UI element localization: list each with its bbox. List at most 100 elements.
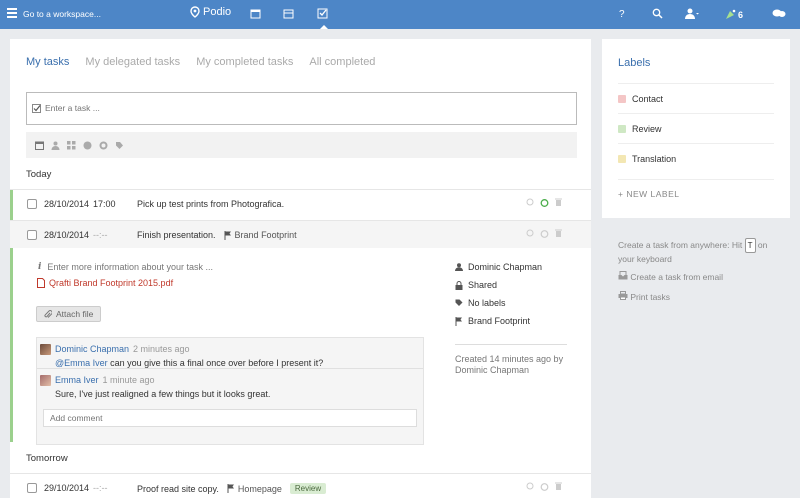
labels-panel: Labels Contact Review Translation + NEW … — [602, 39, 790, 218]
keyboard-hint-text: Create a task from anywhere: Hit — [618, 240, 743, 250]
reminder-alarm-icon[interactable] — [540, 482, 549, 491]
task-checkbox[interactable] — [27, 483, 37, 493]
delete-trash-icon[interactable] — [555, 229, 562, 237]
task-title[interactable]: Proof read site copy. Homepage Review — [137, 483, 327, 494]
workspace-switcher[interactable]: Go to a workspace... — [23, 9, 101, 19]
task-row[interactable]: 29/10/2014 --:-- Proof read site copy. H… — [10, 473, 591, 498]
meta-reference-text: Brand Footprint — [468, 316, 531, 326]
comment-divider — [37, 368, 423, 369]
task-row[interactable]: 28/10/2014 17:00 Pick up test prints fro… — [10, 189, 591, 217]
label-tag-icon[interactable] — [115, 141, 124, 150]
task-description[interactable]: i Enter more information about your task… — [38, 262, 213, 272]
tab-my-tasks[interactable]: My tasks — [26, 56, 69, 68]
task-date: 28/10/2014 — [44, 199, 90, 209]
reminder-alarm-icon[interactable] — [540, 229, 549, 238]
reminder-alarm-icon[interactable] — [540, 198, 549, 207]
active-app-caret — [320, 25, 328, 29]
app-reference-icon[interactable] — [67, 140, 76, 150]
notifications-count: 6 — [738, 10, 744, 20]
section-tomorrow: Tomorrow — [26, 453, 68, 464]
printer-icon — [618, 291, 628, 300]
task-checkbox[interactable] — [27, 230, 37, 240]
podio-logo[interactable]: Podio — [190, 6, 231, 18]
add-comment-field[interactable] — [43, 409, 417, 427]
notifications-icon[interactable] — [725, 8, 737, 20]
attached-file-name: Qrafti Brand Footprint 2015.pdf — [49, 278, 174, 288]
lock-icon — [455, 280, 463, 290]
privacy-icon[interactable] — [83, 141, 92, 150]
comment-mention[interactable]: @Emma Iver — [55, 358, 108, 368]
top-bar: Go to a workspace... Podio ? 6 — [0, 0, 800, 29]
assignee-icon[interactable] — [51, 141, 60, 150]
task-time: --:-- — [93, 483, 108, 493]
task-label-badge[interactable]: Review — [289, 483, 327, 494]
new-label-button[interactable]: + NEW LABEL — [618, 179, 774, 199]
avatar[interactable] — [40, 344, 51, 355]
delete-trash-icon[interactable] — [555, 198, 562, 206]
task-time: --:-- — [93, 230, 108, 240]
task-reference[interactable]: Homepage — [227, 484, 282, 494]
new-task-box[interactable] — [26, 92, 577, 125]
task-title[interactable]: Finish presentation. Brand Footprint — [137, 230, 297, 240]
meta-created-text: Created 14 minutes ago by — [455, 354, 564, 364]
meta-privacy[interactable]: Shared — [455, 280, 542, 290]
task-reference[interactable]: Brand Footprint — [224, 230, 297, 240]
task-reference-text: Homepage — [237, 483, 282, 494]
task-actions — [526, 198, 562, 207]
tab-my-delegated-tasks[interactable]: My delegated tasks — [85, 56, 180, 68]
create-task-from-email[interactable]: Create a task from email — [618, 271, 723, 282]
label-item-review[interactable]: Review — [618, 113, 774, 143]
task-row-selected[interactable]: 28/10/2014 --:-- Finish presentation. Br… — [10, 220, 591, 248]
attach-file-button[interactable]: Attach file — [36, 306, 102, 322]
email-inbox-icon — [618, 271, 628, 280]
podio-logo-icon — [190, 6, 200, 18]
task-checkbox[interactable] — [27, 199, 37, 209]
task-actions — [526, 229, 562, 238]
tag-icon — [455, 299, 463, 306]
comments-box: Dominic Chapman 2 minutes ago @Emma Iver … — [36, 337, 424, 445]
meta-privacy-text: Shared — [468, 280, 498, 290]
tasks-icon[interactable] — [317, 8, 328, 19]
avatar[interactable] — [40, 375, 51, 386]
new-task-toolbar — [26, 132, 577, 158]
paperclip-icon — [44, 309, 52, 318]
settings-gear-icon[interactable] — [99, 141, 108, 150]
comment-author[interactable]: Emma Iver — [55, 375, 99, 385]
new-task-input[interactable] — [45, 103, 545, 113]
search-icon[interactable] — [652, 8, 663, 19]
chat-icon[interactable] — [772, 8, 786, 19]
meta-labels[interactable]: No labels — [455, 298, 542, 308]
task-title[interactable]: Pick up test prints from Photografica. — [137, 199, 284, 209]
menu-icon[interactable] — [7, 8, 17, 18]
meta-reference[interactable]: Brand Footprint — [455, 316, 542, 326]
task-meta: Dominic Chapman Shared No labels Brand F… — [455, 262, 567, 375]
attached-file[interactable]: Qrafti Brand Footprint 2015.pdf — [37, 278, 173, 288]
comment-author[interactable]: Dominic Chapman — [55, 344, 129, 354]
label-item-contact[interactable]: Contact — [618, 83, 774, 113]
tab-my-completed-tasks[interactable]: My completed tasks — [196, 56, 293, 68]
refresh-icon[interactable] — [526, 198, 534, 206]
meta-created: Created 14 minutes ago by Dominic Chapma… — [455, 354, 575, 376]
comment-header: Emma Iver 1 minute ago — [55, 375, 155, 385]
task-reference-text: Brand Footprint — [234, 230, 297, 240]
label-item-translation[interactable]: Translation — [618, 143, 774, 173]
calendar-app-icon[interactable] — [250, 8, 261, 19]
comment-header: Dominic Chapman 2 minutes ago — [55, 344, 190, 354]
task-title-text: Proof read site copy. — [137, 483, 219, 494]
label-swatch — [618, 124, 626, 133]
user-menu-icon[interactable] — [685, 8, 699, 19]
refresh-icon[interactable] — [526, 482, 534, 490]
delete-trash-icon[interactable] — [555, 482, 562, 490]
meta-labels-text: No labels — [468, 298, 506, 308]
refresh-icon[interactable] — [526, 229, 534, 237]
calendar-icon[interactable] — [283, 8, 294, 19]
meta-divider — [455, 344, 567, 345]
meta-assignee[interactable]: Dominic Chapman — [455, 262, 542, 272]
tab-all-completed[interactable]: All completed — [309, 56, 375, 68]
create-task-from-email-text: Create a task from email — [630, 272, 723, 282]
print-tasks[interactable]: Print tasks — [618, 291, 670, 302]
add-comment-input[interactable] — [44, 410, 416, 426]
help-icon[interactable]: ? — [619, 9, 625, 20]
due-date-icon[interactable] — [35, 141, 44, 150]
checkbox-icon — [32, 104, 41, 113]
